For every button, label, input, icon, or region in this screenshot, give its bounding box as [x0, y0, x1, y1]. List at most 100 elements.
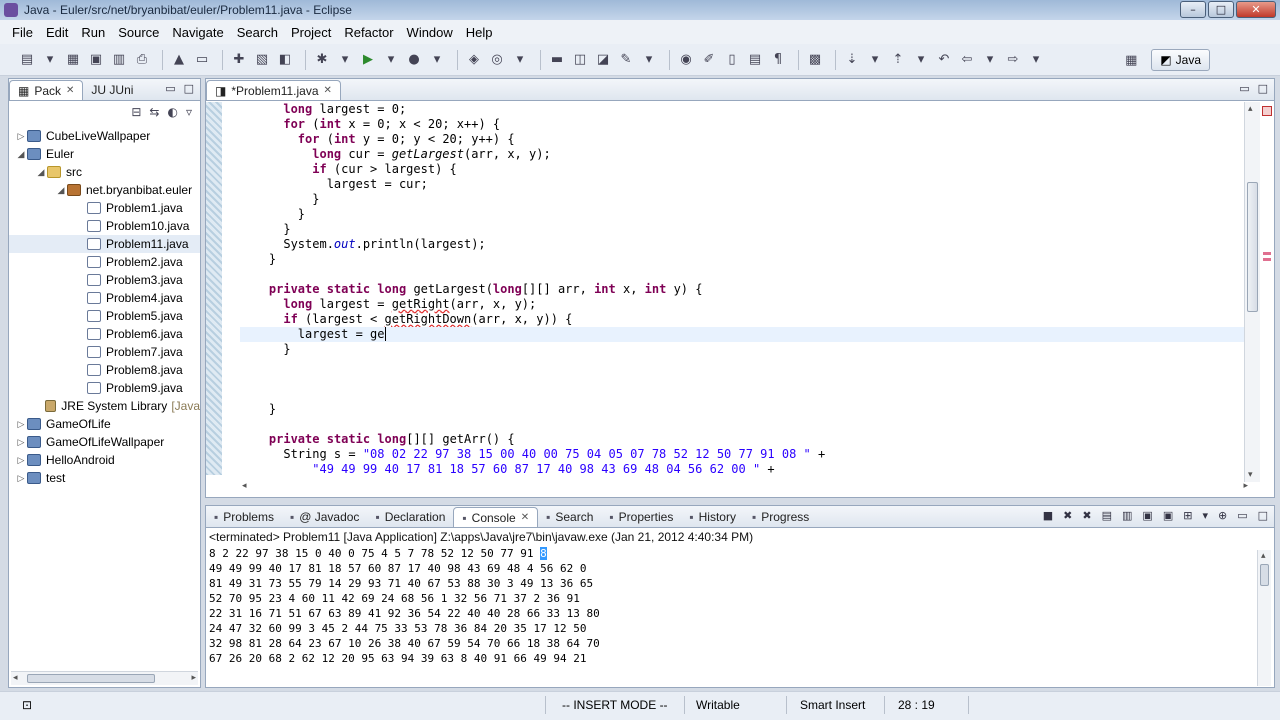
code-line[interactable]: [240, 387, 1250, 402]
tree-item[interactable]: ▷ HelloAndroid: [9, 451, 200, 469]
tab-junit[interactable]: JU JUni: [83, 80, 141, 100]
avd-manager-icon[interactable]: ▭: [193, 51, 211, 69]
menu-search[interactable]: Search: [231, 25, 284, 40]
tree-item[interactable]: ◢ src: [9, 163, 200, 181]
tree-item[interactable]: Problem2.java: [9, 253, 200, 271]
forward-dropdown-icon[interactable]: ▾: [1027, 51, 1045, 69]
console-vscroll-thumb[interactable]: [1260, 564, 1269, 586]
remove-launch-icon[interactable]: ✖: [1063, 509, 1072, 522]
mark-occurrences-icon[interactable]: ✐: [700, 51, 718, 69]
collapse-all-icon[interactable]: ⊟: [131, 105, 141, 119]
tree-hscrollbar[interactable]: ◂ ▸: [11, 671, 198, 685]
new-type-icon[interactable]: ◈: [465, 51, 483, 69]
overview-ruler[interactable]: [1260, 102, 1274, 482]
view-menu-icon[interactable]: ▿: [186, 105, 192, 119]
code-line[interactable]: if (cur > largest) {: [240, 162, 1250, 177]
collapsed-arrow-icon[interactable]: ▷: [15, 455, 27, 466]
collapsed-arrow-icon[interactable]: ▷: [15, 437, 27, 448]
code-line[interactable]: }: [240, 192, 1250, 207]
tab-package-explorer[interactable]: ▦ Pack ✕: [9, 80, 84, 100]
back-icon[interactable]: ⇦: [958, 51, 976, 69]
search-dropdown-icon[interactable]: ▾: [640, 51, 658, 69]
close-tab-icon[interactable]: ✕: [66, 85, 74, 96]
terminate-icon[interactable]: ■: [1043, 509, 1053, 522]
code-line[interactable]: "49 49 99 40 17 81 18 57 60 87 17 40 98 …: [240, 462, 1250, 475]
editor-vscroll-thumb[interactable]: [1247, 182, 1258, 312]
search-icon[interactable]: ✎: [617, 51, 635, 69]
close-button[interactable]: ✕: [1236, 1, 1276, 18]
open-icon[interactable]: ▦: [64, 51, 82, 69]
tree-item[interactable]: ▷ GameOfLifeWallpaper: [9, 433, 200, 451]
new-class-icon[interactable]: ◧: [276, 51, 294, 69]
tab-console[interactable]: ▪ Console ✕: [453, 507, 539, 527]
vim-toggle-icon[interactable]: ▩: [806, 51, 824, 69]
tree-item[interactable]: ▷ GameOfLife: [9, 415, 200, 433]
code-line[interactable]: }: [240, 252, 1250, 267]
open-folder-icon[interactable]: ▬: [548, 51, 566, 69]
console-output[interactable]: 8 2 22 97 38 15 0 40 0 75 4 5 7 78 52 12…: [206, 546, 1274, 666]
menu-file[interactable]: File: [6, 25, 39, 40]
tree-hscroll-thumb[interactable]: [27, 674, 155, 683]
minimize-view-icon[interactable]: ▭: [165, 82, 175, 95]
close-tab-icon[interactable]: ✕: [324, 85, 332, 96]
code-line[interactable]: largest = ge: [240, 327, 1250, 342]
code-line[interactable]: System.out.println(largest);: [240, 237, 1250, 252]
code-line[interactable]: if (largest < getRightDown(arr, x, y)) {…: [240, 312, 1250, 327]
tab-problems[interactable]: ▪ Problems: [206, 507, 282, 527]
tree-item[interactable]: Problem11.java: [9, 235, 200, 253]
scroll-right-icon[interactable]: ▸: [1243, 481, 1248, 491]
save-all-icon[interactable]: ▥: [110, 51, 128, 69]
code-line[interactable]: long cur = getLargest(arr, x, y);: [240, 147, 1250, 162]
code-line[interactable]: }: [240, 402, 1250, 417]
show-on-err-icon[interactable]: ▣: [1163, 509, 1173, 522]
code-line[interactable]: String s = "08 02 22 97 38 15 00 40 00 7…: [240, 447, 1250, 462]
menu-help[interactable]: Help: [460, 25, 499, 40]
open-perspective-icon[interactable]: ▦: [1122, 51, 1140, 69]
last-edit-location-icon[interactable]: ↶: [935, 51, 953, 69]
collapsed-arrow-icon[interactable]: ▷: [15, 473, 27, 484]
error-overview-mark[interactable]: [1263, 258, 1271, 261]
tree-item[interactable]: Problem6.java: [9, 325, 200, 343]
show-on-out-icon[interactable]: ▣: [1142, 509, 1152, 522]
previous-annotation-icon[interactable]: ⇡: [889, 51, 907, 69]
code-line[interactable]: [240, 357, 1250, 372]
close-tab-icon[interactable]: ✕: [521, 512, 529, 523]
focus-icon[interactable]: ◐: [167, 105, 177, 119]
code-line[interactable]: long largest = 0;: [240, 102, 1250, 117]
toggle-breadcrumb-icon[interactable]: ◉: [677, 51, 695, 69]
tree-item[interactable]: JRE System Library [Java: [9, 397, 200, 415]
remove-all-icon[interactable]: ✖: [1082, 509, 1091, 522]
menu-window[interactable]: Window: [401, 25, 459, 40]
run-dropdown-icon[interactable]: ▾: [382, 51, 400, 69]
next-annotation-icon[interactable]: ⇣: [843, 51, 861, 69]
menu-project[interactable]: Project: [285, 25, 337, 40]
android-sdk-icon[interactable]: ▲: [170, 51, 188, 69]
tab-problem11[interactable]: ◨ *Problem11.java ✕: [206, 80, 341, 100]
run-icon[interactable]: ▶: [359, 51, 377, 69]
tab-javadoc[interactable]: ▪ @ Javadoc: [282, 507, 367, 527]
new-package-icon[interactable]: ▧: [253, 51, 271, 69]
tree-item[interactable]: Problem7.java: [9, 343, 200, 361]
scroll-lock-icon[interactable]: ▥: [1122, 509, 1132, 522]
scroll-left-icon[interactable]: ◂: [13, 673, 18, 683]
code-line[interactable]: [240, 372, 1250, 387]
display-console-icon[interactable]: ▾: [1202, 509, 1208, 522]
code-area[interactable]: long largest = 0; for (int x = 0; x < 20…: [240, 102, 1250, 475]
scroll-up-icon[interactable]: ▴: [1261, 551, 1266, 561]
external-tools-dropdown-icon[interactable]: ▾: [428, 51, 446, 69]
minimize-view-icon[interactable]: ▭: [1237, 509, 1247, 522]
external-tools-icon[interactable]: ●: [405, 51, 423, 69]
tree-item[interactable]: Problem8.java: [9, 361, 200, 379]
open-type-icon[interactable]: ◎: [488, 51, 506, 69]
collapsed-arrow-icon[interactable]: ▷: [15, 131, 27, 142]
back-dropdown-icon[interactable]: ▾: [981, 51, 999, 69]
new-java-project-icon[interactable]: ✚: [230, 51, 248, 69]
tree-item[interactable]: Problem5.java: [9, 307, 200, 325]
maximize-view-icon[interactable]: □: [1258, 509, 1268, 522]
code-line[interactable]: [240, 267, 1250, 282]
tree-item[interactable]: ◢ net.bryanbibat.euler: [9, 181, 200, 199]
debug-dropdown-icon[interactable]: ▾: [336, 51, 354, 69]
code-line[interactable]: for (int x = 0; x < 20; x++) {: [240, 117, 1250, 132]
forward-icon[interactable]: ⇨: [1004, 51, 1022, 69]
next-annotation-dropdown-icon[interactable]: ▾: [866, 51, 884, 69]
